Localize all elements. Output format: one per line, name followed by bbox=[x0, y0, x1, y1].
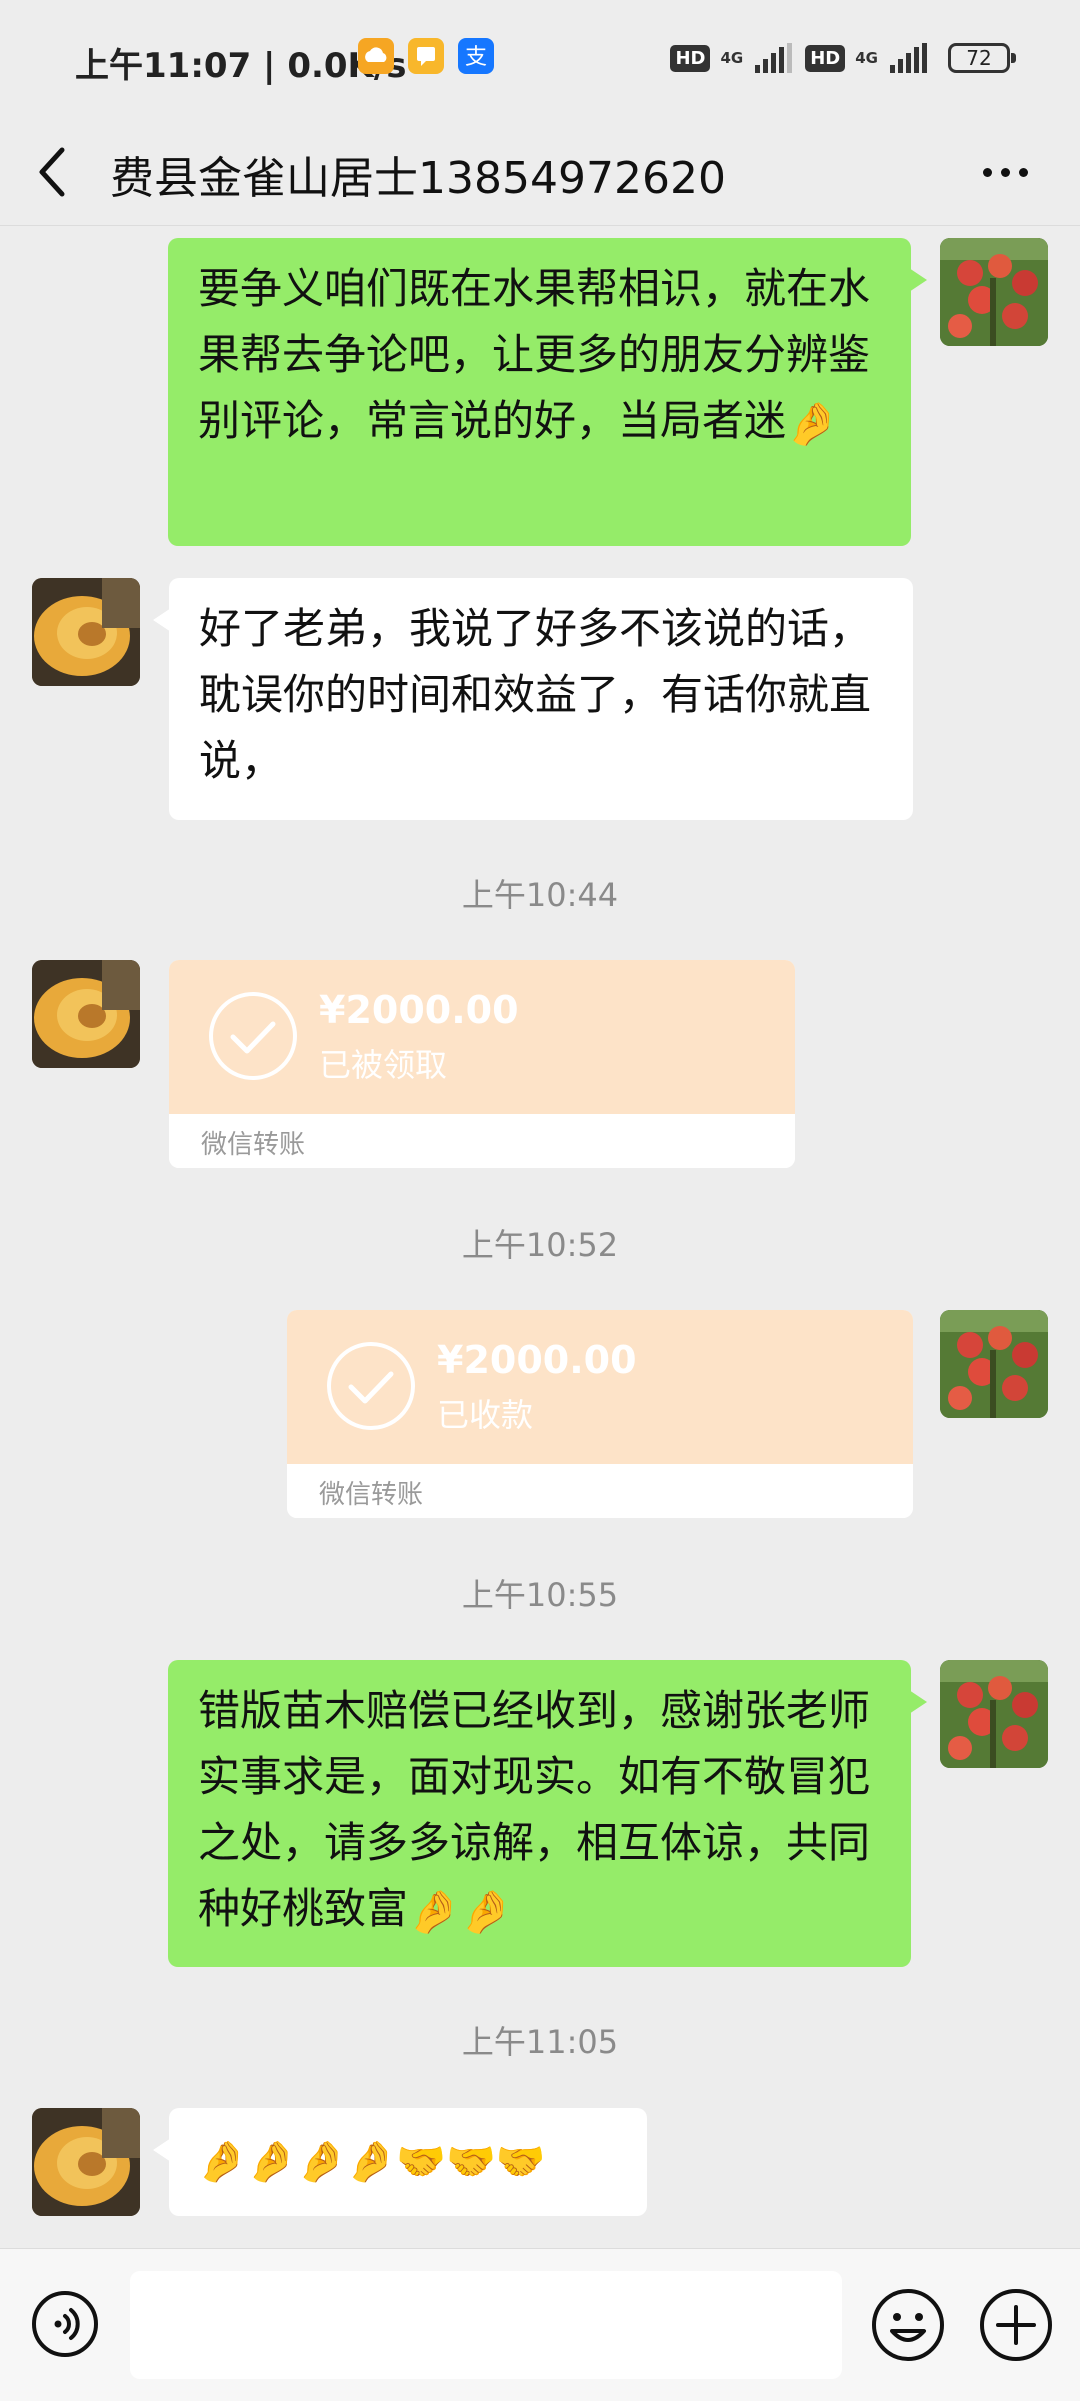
contact-avatar[interactable] bbox=[32, 960, 140, 1068]
signal-icon bbox=[755, 43, 793, 73]
check-circle-icon bbox=[327, 1342, 415, 1430]
back-arrow-icon bbox=[39, 147, 65, 197]
status-time: 上午11:07 | 0.0K/s bbox=[75, 46, 407, 86]
message-bubble-sent[interactable]: 错版苗木赔偿已经收到，感谢张老师实事求是，面对现实。如有不敬冒犯之处，请多多谅解… bbox=[168, 1660, 927, 1967]
message-timestamp: 上午10:44 bbox=[461, 876, 619, 914]
transfer-card-footer: 微信转账 bbox=[287, 1464, 913, 1518]
more-functions-button[interactable] bbox=[978, 2287, 1054, 2363]
transfer-card[interactable]: ¥2000.00 已被领取 微信转账 bbox=[169, 960, 795, 1168]
voice-icon bbox=[32, 2291, 98, 2357]
contact-avatar[interactable] bbox=[32, 2108, 140, 2216]
transfer-amount: ¥2000.00 bbox=[319, 988, 519, 1032]
network-type: 4G bbox=[855, 48, 878, 67]
message-timestamp: 上午10:52 bbox=[461, 1226, 619, 1264]
my-avatar[interactable] bbox=[940, 1310, 1048, 1418]
message-bubble-received[interactable]: 好了老弟，我说了好多不该说的话，耽误你的时间和效益了，有话你就直说， bbox=[153, 578, 913, 820]
my-avatar[interactable] bbox=[940, 1660, 1048, 1768]
voice-button[interactable] bbox=[30, 2289, 100, 2359]
signal-icon bbox=[890, 43, 927, 73]
status-bar: 上午11:07 | 0.0K/s 支 HD 4G HD 4G 72 bbox=[0, 0, 1080, 120]
hd-badge: HD bbox=[670, 44, 711, 72]
transfer-card-footer: 微信转账 bbox=[169, 1114, 795, 1168]
emoji-icon bbox=[872, 2289, 944, 2361]
transfer-status: 已收款 bbox=[437, 1396, 534, 1434]
my-avatar[interactable] bbox=[940, 238, 1048, 346]
transfer-card-body: ¥2000.00 已收款 bbox=[287, 1310, 913, 1464]
battery-icon: 72 bbox=[948, 43, 1016, 73]
network-type: 4G bbox=[720, 48, 744, 67]
check-circle-icon bbox=[209, 992, 297, 1080]
transfer-card-body: ¥2000.00 已被领取 bbox=[169, 960, 795, 1114]
more-dots-icon bbox=[1018, 168, 1028, 177]
more-dots-icon bbox=[1000, 168, 1010, 177]
message-timestamp: 上午11:05 bbox=[461, 2023, 619, 2061]
more-dots-icon bbox=[982, 168, 992, 177]
battery-level: 72 bbox=[966, 46, 992, 70]
emoji-message: 🤌🤌🤌🤌🤝🤝🤝 bbox=[197, 2139, 546, 2185]
hd-badge: HD bbox=[805, 44, 846, 72]
transfer-amount: ¥2000.00 bbox=[437, 1338, 637, 1382]
svg-text:支: 支 bbox=[465, 45, 487, 70]
message-text: 错版苗木赔偿已经收到，感谢张老师实事求是，面对现实。如有不敬冒犯之处，请多多谅解… bbox=[198, 1686, 871, 1933]
message-bubble-sent[interactable]: 要争义咱们既在水果帮相识，就在水果帮去争论吧，让更多的朋友分辨鉴别评论，常言说的… bbox=[168, 238, 927, 546]
system-status-icons: HD 4G HD 4G 72 bbox=[670, 36, 1016, 80]
cloud-notification-icon bbox=[358, 38, 394, 74]
transfer-label: 微信转账 bbox=[201, 1130, 306, 1160]
transfer-card[interactable]: ¥2000.00 已收款 微信转账 bbox=[287, 1310, 913, 1518]
contact-avatar[interactable] bbox=[32, 578, 140, 686]
transfer-status: 已被领取 bbox=[319, 1046, 448, 1084]
pinched-fingers-emoji: 🤌🤌 bbox=[408, 1886, 513, 1936]
emoji-button[interactable] bbox=[870, 2287, 946, 2363]
chat-title: 费县金雀山居士13854972620 bbox=[110, 153, 726, 204]
message-bubble-received[interactable]: 🤌🤌🤌🤌🤝🤝🤝 bbox=[153, 2108, 647, 2216]
message-timestamp: 上午10:55 bbox=[461, 1576, 619, 1614]
message-input[interactable] bbox=[130, 2271, 842, 2379]
plus-icon bbox=[980, 2289, 1052, 2361]
alipay-notification-icon: 支 bbox=[458, 38, 494, 74]
back-button[interactable] bbox=[30, 130, 110, 215]
chat-header: 费县金雀山居士13854972620 bbox=[0, 120, 1080, 226]
transfer-label: 微信转账 bbox=[319, 1480, 424, 1510]
input-bar bbox=[0, 2248, 1080, 2401]
more-button[interactable] bbox=[960, 130, 1050, 215]
pinched-fingers-emoji: 🤌 bbox=[786, 398, 839, 448]
message-text: 要争义咱们既在水果帮相识，就在水果帮去争论吧，让更多的朋友分辨鉴别评论，常言说的… bbox=[198, 264, 871, 445]
message-notification-icon bbox=[408, 38, 444, 74]
message-text: 好了老弟，我说了好多不该说的话，耽误你的时间和效益了，有话你就直说， bbox=[199, 604, 872, 785]
